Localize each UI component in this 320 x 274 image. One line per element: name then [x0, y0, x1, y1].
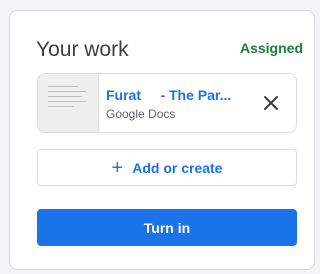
status-badge: Assigned: [239, 40, 303, 56]
card-title: Your work: [36, 38, 129, 61]
turn-in-button[interactable]: Turn in: [37, 209, 297, 246]
close-icon: [264, 96, 278, 110]
attachment-title[interactable]: Furat - The Par...: [106, 86, 251, 104]
remove-attachment-button[interactable]: [260, 92, 282, 114]
attachment-item[interactable]: Furat - The Par... Google Docs: [37, 73, 297, 133]
add-or-create-label: Add or create: [132, 159, 223, 176]
turn-in-label: Turn in: [143, 219, 191, 236]
document-thumbnail: [38, 74, 99, 132]
plus-icon: +: [111, 156, 124, 179]
your-work-card: Your work Assigned Furat - The Par... Go…: [9, 10, 315, 270]
add-or-create-button[interactable]: + Add or create: [37, 149, 297, 186]
attachment-type: Google Docs: [106, 107, 176, 121]
